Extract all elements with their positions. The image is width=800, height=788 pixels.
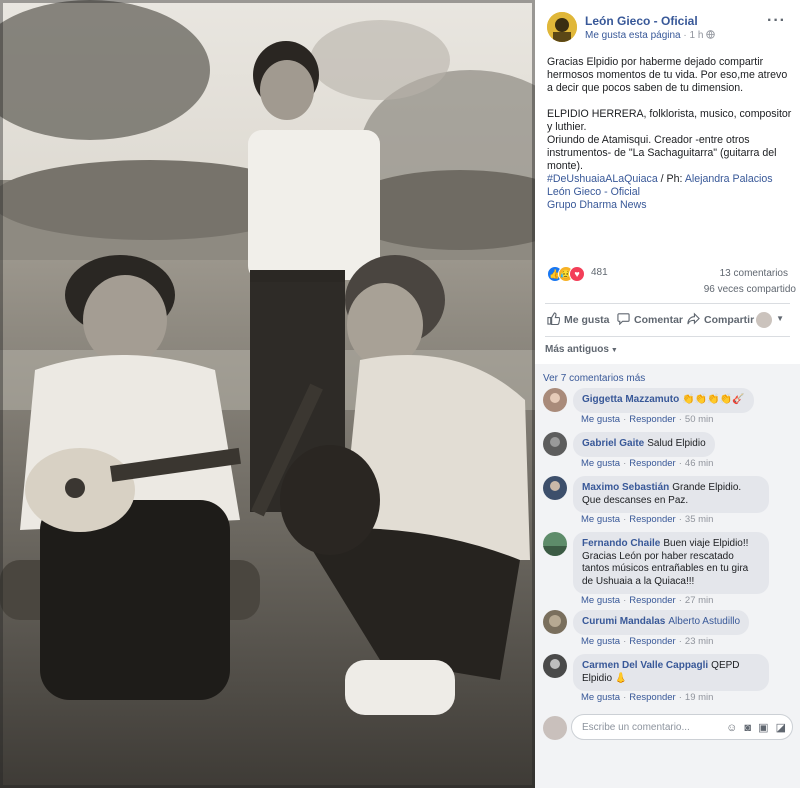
comment-author[interactable]: Gabriel Gaite (582, 438, 644, 449)
post-paragraph-1: Gracias Elpidio por haberme dejado compa… (547, 56, 788, 94)
comment-composer: Escribe un comentario... ☺ ◙ ▣ ◪ (543, 714, 795, 744)
comment-actions: Me gusta · Responder · 23 min (581, 636, 714, 647)
comment-actions: Me gusta · Responder · 46 min (581, 458, 714, 469)
comment-actions: Me gusta · Responder · 35 min (581, 514, 714, 525)
hashtag-link[interactable]: #DeUshuaiaALaQuiaca (547, 173, 658, 185)
share-button[interactable]: Compartir (687, 312, 754, 328)
speech-bubble-icon (617, 312, 630, 328)
comment-bubble: Maximo Sebastián Grande Elpidio. Que desc… (573, 476, 769, 513)
like-page-link[interactable]: Me gusta esta página (585, 30, 681, 41)
comment-sort-label: Más antiguos (545, 344, 609, 355)
post-credits: #DeUshuaiaALaQuiaca / Ph: Alejandra Pala… (547, 173, 792, 186)
post-time[interactable]: 1 h (690, 30, 704, 41)
comment-time[interactable]: 46 min (685, 458, 714, 469)
post-photo[interactable] (0, 0, 535, 788)
share-arrow-icon (687, 312, 700, 328)
thumbs-up-icon (547, 312, 561, 328)
meta-separator: · (680, 30, 690, 41)
commenter-avatar[interactable] (543, 432, 567, 456)
comment-reply-link[interactable]: Responder (629, 514, 675, 525)
comment-bubble: Giggetta Mazzamuto 👏👏👏👏🎸 (573, 388, 754, 413)
commenter-avatar[interactable] (543, 476, 567, 500)
emoji-icon[interactable]: ☺ (726, 722, 737, 734)
see-more-comments-link[interactable]: Ver 7 comentarios más (543, 373, 645, 384)
share-button-label: Compartir (704, 313, 755, 326)
comment-actions: Me gusta · Responder · 19 min (581, 692, 714, 703)
comment-button-label: Comentar (634, 313, 684, 326)
gif-icon[interactable]: ▣ (758, 722, 768, 734)
comment-time[interactable]: 23 min (685, 636, 714, 647)
post-paragraph-3: Oriundo de Atamisqui. Creador -entre otr… (547, 134, 777, 172)
comment-time[interactable]: 50 min (685, 414, 714, 425)
comments-count-link[interactable]: 13 comentarios (720, 268, 788, 279)
comment-reply-link[interactable]: Responder (629, 414, 675, 425)
comment-button[interactable]: Comentar (617, 312, 683, 328)
comment-reply-link[interactable]: Responder (629, 458, 675, 469)
comment-text: 👏👏👏👏🎸 (682, 394, 745, 405)
audience-globe-icon (706, 30, 715, 41)
comment-bubble: Carmen Del Valle Cappagli QEPD Elpidio 👃 (573, 654, 769, 691)
comment-bubble: Curumi Mandalas Alberto Astudillo (573, 610, 750, 635)
page-avatar-image (547, 12, 577, 42)
reactions-summary[interactable]: 👍 😥 ♥ 481 13 comentarios (547, 266, 792, 282)
comment-bubble: Fernando Chaile Buen viaje Elpidio!! Grac… (573, 532, 769, 594)
commenter-avatar[interactable] (543, 610, 567, 634)
comment-like-link[interactable]: Me gusta (581, 414, 620, 425)
comments-section: Ver 7 comentarios más Giggetta Mazzamuto… (535, 364, 800, 788)
comment-reply-link[interactable]: Responder (629, 692, 675, 703)
comment-input-placeholder: Escribe un comentario... (582, 722, 690, 733)
chevron-down-icon[interactable]: ▼ (776, 314, 784, 323)
tag-link-dharma[interactable]: Grupo Dharma News (547, 199, 647, 211)
shares-count-link[interactable]: 96 veces compartido (704, 284, 796, 295)
tag-link-leon[interactable]: León Gieco - Oficial (547, 186, 640, 198)
caret-down-icon: ▼ (610, 347, 618, 354)
photographer-link[interactable]: Alejandra Palacios (685, 173, 773, 185)
comment-author[interactable]: Curumi Mandalas (582, 616, 665, 627)
post-panel: León Gieco - Oficial Me gusta esta págin… (535, 0, 800, 788)
commenter-avatar[interactable] (543, 532, 567, 556)
comment-like-link[interactable]: Me gusta (581, 458, 620, 469)
commenter-avatar[interactable] (543, 654, 567, 678)
comment-actions: Me gusta · Responder · 50 min (581, 414, 714, 425)
comment-time[interactable]: 27 min (685, 595, 714, 606)
viewer-avatar[interactable] (756, 312, 772, 328)
post-header: León Gieco - Oficial Me gusta esta págin… (547, 12, 792, 46)
camera-icon[interactable]: ◙ (744, 722, 751, 734)
page-name-link[interactable]: León Gieco - Oficial (585, 14, 698, 28)
post-paragraph-2: ELPIDIO HERRERA, folklorista, musico, co… (547, 108, 792, 133)
love-reaction-icon: ♥ (569, 266, 585, 282)
composer-tools: ☺ ◙ ▣ ◪ (722, 721, 786, 734)
comment-author[interactable]: Giggetta Mazzamuto (582, 394, 679, 405)
commenter-avatar[interactable] (543, 388, 567, 412)
comment-sort-dropdown[interactable]: Más antiguos ▼ (545, 344, 618, 355)
comment-like-link[interactable]: Me gusta (581, 514, 620, 525)
more-dots-icon[interactable]: ··· (767, 12, 786, 30)
comment-text: Salud Elpidio (647, 438, 706, 449)
comment-actions: Me gusta · Responder · 27 min (581, 595, 714, 606)
comment-reply-link[interactable]: Responder (629, 595, 675, 606)
current-user-avatar (543, 716, 567, 740)
post-meta: Me gusta esta página · 1 h (585, 30, 715, 41)
comment-reply-link[interactable]: Responder (629, 636, 675, 647)
comment-bubble: Gabriel Gaite Salud Elpidio (573, 432, 715, 457)
comment-like-link[interactable]: Me gusta (581, 636, 620, 647)
comment-author[interactable]: Fernando Chaile (582, 538, 660, 549)
comment-author[interactable]: Maximo Sebastián (582, 482, 669, 493)
like-button-label: Me gusta (564, 313, 610, 326)
photo-image (0, 0, 535, 788)
comment-time[interactable]: 35 min (685, 514, 714, 525)
like-button[interactable]: Me gusta (547, 312, 610, 328)
comment-text[interactable]: Alberto Astudillo (668, 616, 740, 627)
ph-label: / Ph: (657, 173, 685, 185)
sticker-icon[interactable]: ◪ (776, 722, 786, 734)
page-avatar[interactable] (547, 12, 577, 42)
comment-like-link[interactable]: Me gusta (581, 595, 620, 606)
reaction-count: 481 (591, 267, 608, 278)
comment-author[interactable]: Carmen Del Valle Cappagli (582, 660, 708, 671)
action-bar: Me gusta Comentar Compartir ▼ (545, 303, 790, 337)
post-text: Gracias Elpidio por haberme dejado compa… (547, 56, 792, 212)
comment-like-link[interactable]: Me gusta (581, 692, 620, 703)
comment-input[interactable]: Escribe un comentario... ☺ ◙ ▣ ◪ (571, 714, 793, 740)
comment-time[interactable]: 19 min (685, 692, 714, 703)
